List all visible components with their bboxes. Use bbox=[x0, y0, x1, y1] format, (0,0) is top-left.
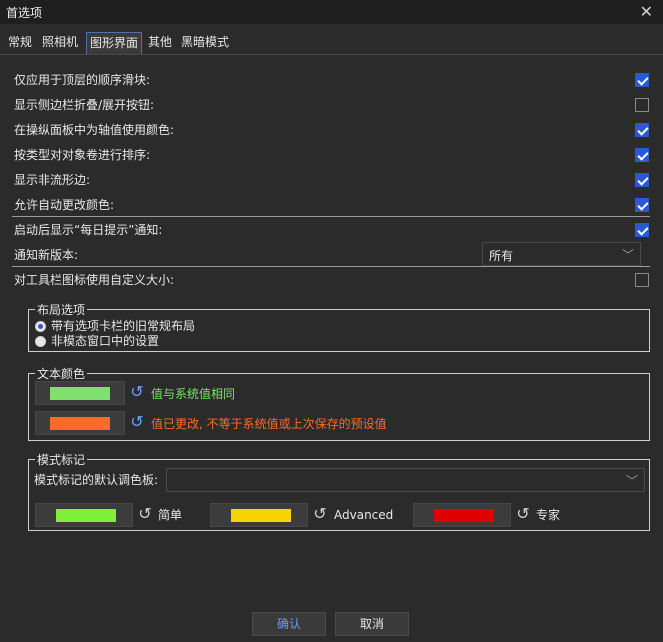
reset-icon[interactable]: ↺ bbox=[311, 504, 329, 526]
radio-non-modal[interactable] bbox=[35, 336, 46, 347]
divider bbox=[12, 266, 650, 267]
tab-camera[interactable]: 照相机 bbox=[39, 32, 81, 54]
chevron-down-icon: ﹀ bbox=[621, 248, 634, 262]
option-label: 在操纵面板中为轴值使用颜色: bbox=[14, 123, 175, 137]
reset-icon[interactable]: ↺ bbox=[128, 412, 146, 434]
palette-select[interactable]: ﹀ bbox=[166, 468, 645, 492]
mode-swatch-button[interactable] bbox=[210, 503, 308, 527]
mode-label: Advanced bbox=[334, 508, 394, 522]
tab-divider bbox=[0, 54, 663, 55]
notify-label: 通知新版本: bbox=[14, 248, 79, 262]
mode-label: 简单 bbox=[158, 508, 183, 522]
title-bar: 首选项 ✕ bbox=[0, 0, 663, 24]
tab-general[interactable]: 常规 bbox=[5, 32, 35, 54]
tab-bar: 常规 照相机 图形界面 其他 黑暗模式 bbox=[0, 32, 663, 54]
option-checkbox-axis-colors[interactable] bbox=[635, 123, 649, 137]
color-swatch-button[interactable] bbox=[35, 381, 125, 405]
color-swatch bbox=[50, 387, 110, 400]
reset-icon[interactable]: ↺ bbox=[136, 504, 154, 526]
reset-icon[interactable]: ↺ bbox=[514, 504, 532, 526]
group-title: 模式标记 bbox=[35, 451, 88, 468]
color-swatch-button[interactable] bbox=[35, 411, 125, 435]
option-label: 显示非流形边: bbox=[14, 173, 91, 187]
color-swatch bbox=[434, 509, 494, 522]
custom-icon-label: 对工具栏图标使用自定义大小: bbox=[14, 273, 175, 287]
color-desc: 值已更改, 不等于系统值或上次保存的预设值 bbox=[151, 417, 387, 431]
option-label: 启动后显示“每日提示”通知: bbox=[14, 223, 163, 237]
option-checkbox-tip-of-day[interactable] bbox=[635, 223, 649, 237]
mode-swatch-button[interactable] bbox=[35, 503, 133, 527]
notify-select[interactable]: 所有 ﹀ bbox=[482, 242, 641, 266]
mode-label: 专家 bbox=[536, 508, 561, 522]
radio-old-layout[interactable] bbox=[35, 321, 46, 332]
option-checkbox-non-manifold[interactable] bbox=[635, 173, 649, 187]
radio-label: 非模态窗口中的设置 bbox=[51, 334, 160, 348]
window-title: 首选项 bbox=[6, 6, 43, 20]
option-label: 按类型对对象卷进行排序: bbox=[14, 148, 151, 162]
close-icon[interactable]: ✕ bbox=[640, 2, 653, 21]
group-title: 文本颜色 bbox=[35, 365, 88, 382]
option-checkbox-custom-icon-size[interactable] bbox=[635, 273, 649, 287]
option-checkbox-sort-volumes[interactable] bbox=[635, 148, 649, 162]
color-swatch bbox=[56, 509, 116, 522]
reset-icon[interactable]: ↺ bbox=[128, 382, 146, 404]
option-label: 仅应用于顶层的顺序滑块: bbox=[14, 73, 151, 87]
chevron-down-icon: ﹀ bbox=[625, 474, 638, 488]
option-label: 允许自动更改颜色: bbox=[14, 198, 115, 212]
color-desc: 值与系统值相同 bbox=[151, 387, 236, 401]
group-title: 布局选项 bbox=[35, 301, 88, 318]
text-color-group: 文本颜色 ↺ 值与系统值相同 ↺ 值已更改, 不等于系统值或上次保存的预设值 bbox=[28, 365, 650, 441]
option-checkbox-sidebar-collapse[interactable] bbox=[635, 98, 649, 112]
color-swatch bbox=[231, 509, 291, 522]
divider bbox=[12, 216, 650, 217]
ok-button[interactable]: 确认 bbox=[252, 612, 326, 636]
option-checkbox-top-sliders[interactable] bbox=[635, 73, 649, 87]
option-checkbox-auto-color[interactable] bbox=[635, 198, 649, 212]
tab-gui[interactable]: 图形界面 bbox=[86, 32, 143, 54]
option-label: 显示侧边栏折叠/展开按钮: bbox=[14, 98, 155, 112]
palette-label: 模式标记的默认调色板: bbox=[34, 473, 159, 487]
notify-value: 所有 bbox=[489, 249, 514, 263]
color-swatch bbox=[50, 417, 110, 430]
tab-other[interactable]: 其他 bbox=[145, 32, 175, 54]
layout-options-group: 布局选项 带有选项卡栏的旧常规布局 非模态窗口中的设置 bbox=[28, 301, 650, 352]
cancel-button[interactable]: 取消 bbox=[335, 612, 409, 636]
mode-swatch-button[interactable] bbox=[413, 503, 511, 527]
mode-markers-group: 模式标记 模式标记的默认调色板: ﹀ ↺ 简单 ↺ Advanced ↺ 专家 bbox=[28, 451, 650, 531]
tab-dark-mode[interactable]: 黑暗模式 bbox=[178, 32, 232, 54]
